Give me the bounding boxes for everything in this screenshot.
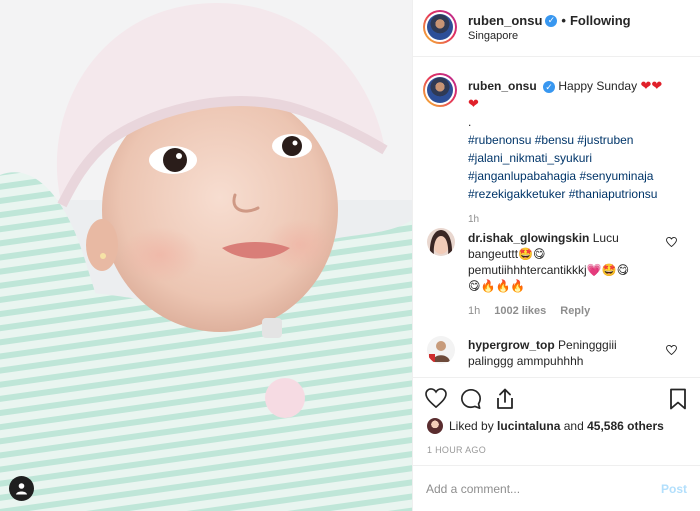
location-link[interactable]: Singapore [468,30,518,42]
liker-avatar[interactable] [427,418,443,434]
caption-message: Happy Sunday [558,79,638,93]
author-username-link[interactable]: ruben_onsu [468,13,542,28]
author-avatar[interactable] [423,10,457,44]
baby-photo-image [0,0,412,511]
heart-emoji-icon: ❤❤ [640,78,663,93]
user-icon [16,483,27,495]
heart-emoji-icon: ❤ [468,96,479,111]
commenter-username-link[interactable]: hypergrow_top [468,338,555,352]
hashtag-line[interactable]: #jalani_nikmati_syukuri [468,149,688,167]
following-button[interactable]: Following [570,13,631,28]
reply-button[interactable]: Reply [560,303,590,319]
hashtag-line[interactable]: #janganlupabahagia #senyuminaja [468,167,688,185]
post-photo[interactable] [0,0,412,511]
post-timestamp[interactable]: 1 HOUR AGO [427,445,486,455]
comment-like-heart-icon[interactable] [666,344,677,358]
commenter-avatar[interactable] [427,228,455,256]
comment-text: hypergrow_top Peningggiii palinggg ammpu… [468,338,617,368]
bookmark-save-icon[interactable] [669,388,687,413]
likes-summary: Liked by lucintaluna and 45,586 others [427,418,664,434]
post-action-bar [413,377,700,421]
comment-like-heart-icon[interactable] [666,236,677,250]
comment-meta: 1h 1002 likes Reply [468,303,668,319]
post-sidebar: ruben_onsu ✓ • Following Singapore ruben… [412,0,700,511]
commenter-username-link[interactable]: dr.ishak_glowingskin [468,231,589,245]
like-heart-icon[interactable] [425,388,447,411]
add-comment-bar: Add a comment... Post [413,465,700,511]
comment-likes-count[interactable]: 1002 likes [494,303,546,319]
post-comment-button[interactable]: Post [661,482,687,496]
hashtag-line[interactable]: #rezekigakketuker #thaniaputrionsu [468,185,688,203]
share-upload-icon[interactable] [495,388,515,413]
comment-time[interactable]: 1h [468,303,480,319]
verified-badge-icon: ✓ [545,14,558,27]
hashtag-line[interactable]: #rubenonsu #bensu #justruben [468,131,688,149]
comment-text: dr.ishak_glowingskin Lucu bangeuttt🤩😋 pe… [468,230,668,319]
likes-others-link[interactable]: 45,586 others [587,419,664,433]
separator-dot: • [561,13,566,28]
commenter-avatar[interactable] [427,336,455,364]
caption-time[interactable]: 1h [468,211,688,229]
liker-username-link[interactable]: lucintaluna [497,419,560,433]
verified-badge-icon: ✓ [543,81,556,93]
caption-username-link[interactable]: ruben_onsu [468,79,537,93]
post-header: ruben_onsu ✓ • Following Singapore [413,0,700,57]
caption-dot-line: . [468,115,472,129]
caption-author-avatar[interactable] [423,73,457,107]
caption-text: ruben_onsu ✓ Happy Sunday ❤❤ ❤ . #rubeno… [468,77,688,229]
comment-bubble-icon[interactable] [460,388,482,413]
tagged-users-button[interactable] [9,476,34,501]
add-comment-input[interactable]: Add a comment... [426,482,520,496]
